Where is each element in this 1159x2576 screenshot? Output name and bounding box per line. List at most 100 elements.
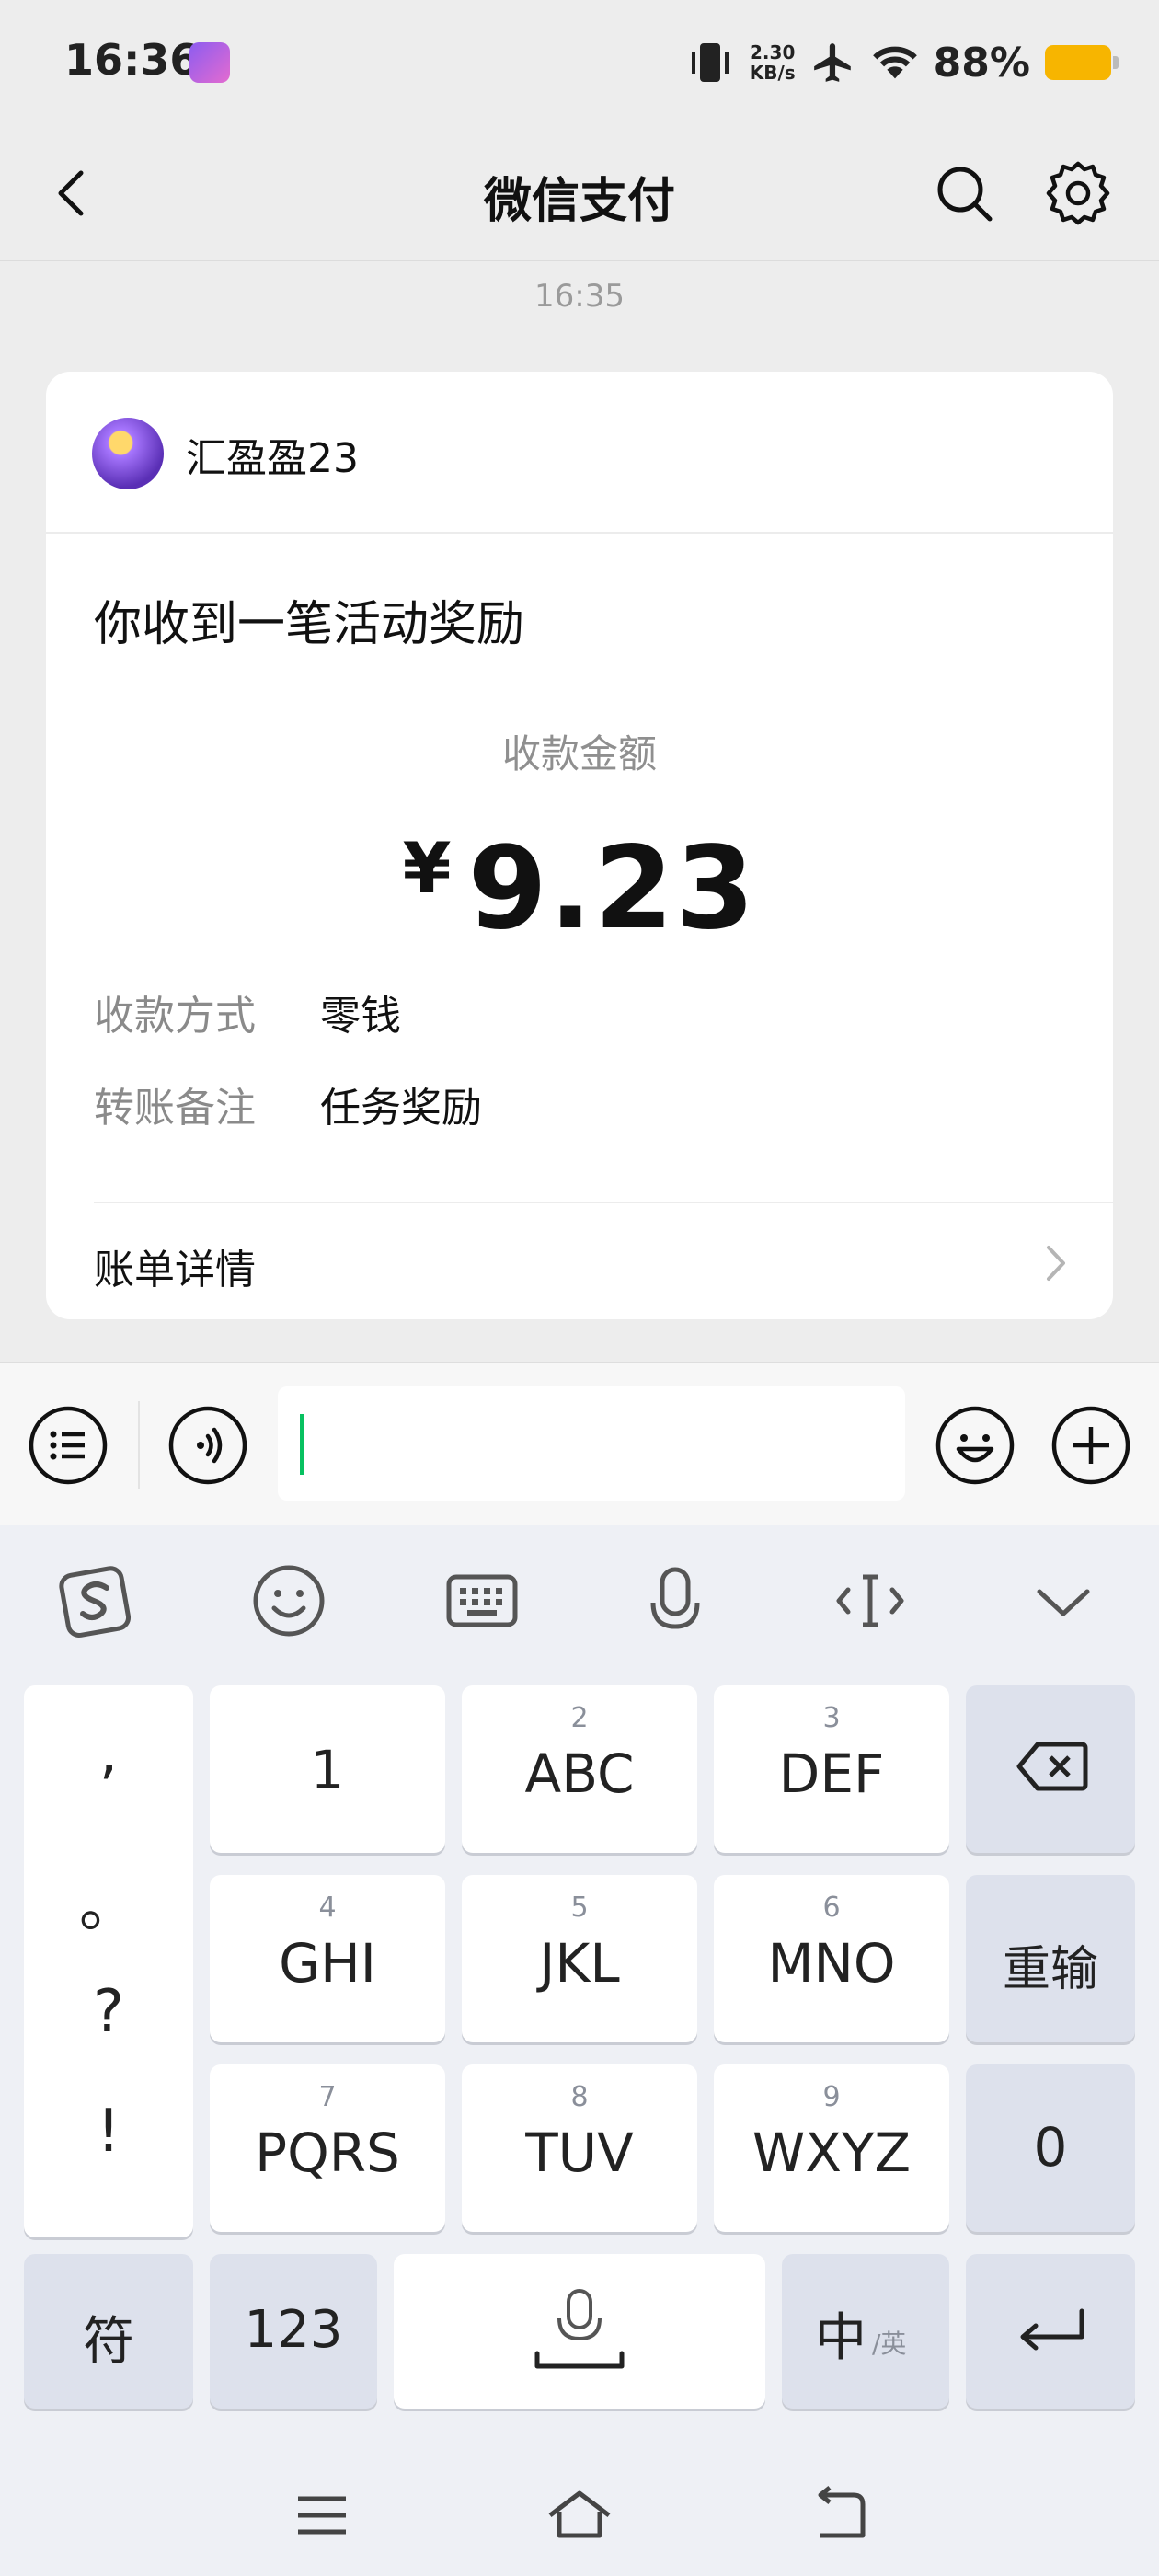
airplane-icon xyxy=(813,43,851,82)
key-label: DEF xyxy=(778,1742,885,1805)
sogou-logo-icon[interactable] xyxy=(52,1557,140,1645)
key-jkl[interactable]: 5 JKL xyxy=(462,1875,697,2042)
plus-icon[interactable] xyxy=(1050,1405,1131,1486)
key-label: ABC xyxy=(524,1742,635,1805)
lang-alt: /英 xyxy=(872,2329,907,2359)
card-title: 你收到一笔活动奖励 xyxy=(94,597,525,652)
backspace-key[interactable] xyxy=(966,1685,1135,1853)
text-cursor xyxy=(300,1414,304,1475)
home-icon[interactable] xyxy=(543,2484,616,2547)
key-number: 4 xyxy=(318,1892,337,1924)
message-input[interactable] xyxy=(278,1386,905,1501)
key-def[interactable]: 3 DEF xyxy=(714,1685,949,1853)
key-label: WXYZ xyxy=(752,2122,912,2184)
sender-avatar xyxy=(92,418,164,489)
punct-question[interactable]: ? xyxy=(24,1978,193,2046)
key-wxyz[interactable]: 9 WXYZ xyxy=(714,2064,949,2232)
menu-list-icon[interactable] xyxy=(28,1405,109,1486)
row-key: 转账备注 xyxy=(94,1085,256,1132)
enter-key[interactable] xyxy=(966,2254,1135,2409)
battery-percent: 88% xyxy=(933,39,1030,86)
divider xyxy=(138,1401,140,1489)
status-bar: 16:36 2.30 KB/s 88% xyxy=(0,0,1159,125)
app-notification-icon xyxy=(189,42,230,83)
lang-main: 中 xyxy=(815,2308,866,2368)
key-1[interactable]: 1 xyxy=(210,1685,445,1853)
key-pqrs[interactable]: 7 PQRS xyxy=(210,2064,445,2232)
back-nav-icon[interactable] xyxy=(802,2484,876,2547)
key-mno[interactable]: 6 MNO xyxy=(714,1875,949,2042)
key-label: JKL xyxy=(539,1932,620,1995)
row-value: 任务奖励 xyxy=(320,1085,482,1132)
punct-exclamation[interactable]: ! xyxy=(24,2098,193,2166)
status-time: 16:36 xyxy=(64,35,200,85)
transfer-note-row: 转账备注 任务奖励 xyxy=(94,1075,482,1133)
key-number: 9 xyxy=(822,2081,841,2113)
key-label: 0 xyxy=(1033,2116,1068,2179)
enter-icon xyxy=(1020,2308,1084,2351)
row-key: 收款方式 xyxy=(94,993,256,1040)
divider xyxy=(94,1202,1113,1203)
punctuation-column[interactable]: , 。 ? ! xyxy=(24,1685,193,2237)
key-number: 6 xyxy=(822,1892,841,1924)
system-navigation-bar xyxy=(0,2447,1159,2576)
wifi-icon xyxy=(872,46,917,79)
keyboard-icon[interactable] xyxy=(438,1557,526,1645)
key-label: MNO xyxy=(767,1932,896,1995)
symbol-key[interactable]: 符 xyxy=(24,2254,193,2409)
key-label: 符 xyxy=(83,2312,134,2372)
microphone-icon[interactable] xyxy=(631,1557,719,1645)
bill-details-link[interactable]: 账单详情 xyxy=(94,1236,256,1295)
vibrate-icon xyxy=(691,43,729,82)
microphone-icon xyxy=(534,2289,625,2369)
status-indicators: 2.30 KB/s 88% xyxy=(685,33,1119,92)
card-header: 汇盈盈23 xyxy=(46,372,1113,534)
amount-value: 9.23 xyxy=(467,822,757,955)
amount-label: 收款金额 xyxy=(501,731,657,776)
reset-key[interactable]: 重输 xyxy=(966,1875,1135,2042)
key-number: 5 xyxy=(570,1892,589,1924)
message-timestamp: 16:35 xyxy=(534,278,625,315)
keyboard-toolbar xyxy=(0,1525,1159,1676)
network-speed: 2.30 KB/s xyxy=(749,41,796,84)
row-value: 零钱 xyxy=(320,993,401,1040)
keyboard: , 。 ? ! 1 2 ABC 3 DEF 4 GHI 5 JKL 6 MNO … xyxy=(0,1525,1159,2576)
gear-icon[interactable] xyxy=(1043,158,1113,228)
key-label: 123 xyxy=(244,2300,343,2360)
key-number: 2 xyxy=(570,1702,589,1734)
menu-icon[interactable] xyxy=(285,2484,359,2547)
battery-icon xyxy=(1045,45,1119,80)
key-0[interactable]: 0 xyxy=(966,2064,1135,2232)
sender-name: 汇盈盈23 xyxy=(186,435,359,482)
key-label: PQRS xyxy=(255,2122,400,2184)
chat-input-bar xyxy=(0,1362,1159,1525)
backspace-icon xyxy=(1016,1742,1088,1791)
language-switch-key[interactable]: 中 /英 xyxy=(782,2254,949,2409)
emoji-smile-icon[interactable] xyxy=(245,1557,333,1645)
key-label: 重输 xyxy=(1002,1942,1098,1997)
key-ghi[interactable]: 4 GHI xyxy=(210,1875,445,2042)
punct-comma[interactable]: , xyxy=(24,1719,193,1787)
key-label: TUV xyxy=(525,2122,634,2184)
nav-bar: 微信支付 xyxy=(0,125,1159,261)
payment-notification-card[interactable]: 汇盈盈23 你收到一笔活动奖励 收款金额 ¥9.23 收款方式 零钱 转账备注 任务… xyxy=(46,372,1113,1319)
key-number: 7 xyxy=(318,2081,337,2113)
chevron-down-icon[interactable] xyxy=(1019,1557,1107,1645)
key-label: GHI xyxy=(279,1932,376,1995)
key-number: 8 xyxy=(570,2081,589,2113)
chevron-right-icon xyxy=(1047,1246,1065,1281)
search-icon[interactable] xyxy=(929,158,999,228)
key-tuv[interactable]: 8 TUV xyxy=(462,2064,697,2232)
voice-input-icon[interactable] xyxy=(167,1405,248,1486)
currency-symbol: ¥ xyxy=(402,827,452,909)
space-key[interactable] xyxy=(394,2254,765,2409)
key-label: 1 xyxy=(310,1739,345,1801)
emoji-icon[interactable] xyxy=(935,1405,1016,1486)
punct-period[interactable]: 。 xyxy=(24,1858,193,1943)
key-number: 3 xyxy=(822,1702,841,1734)
numeric-key[interactable]: 123 xyxy=(210,2254,377,2409)
payment-method-row: 收款方式 零钱 xyxy=(94,983,401,1041)
text-cursor-icon[interactable] xyxy=(826,1557,914,1645)
amount: ¥9.23 xyxy=(46,822,1113,955)
key-abc[interactable]: 2 ABC xyxy=(462,1685,697,1853)
